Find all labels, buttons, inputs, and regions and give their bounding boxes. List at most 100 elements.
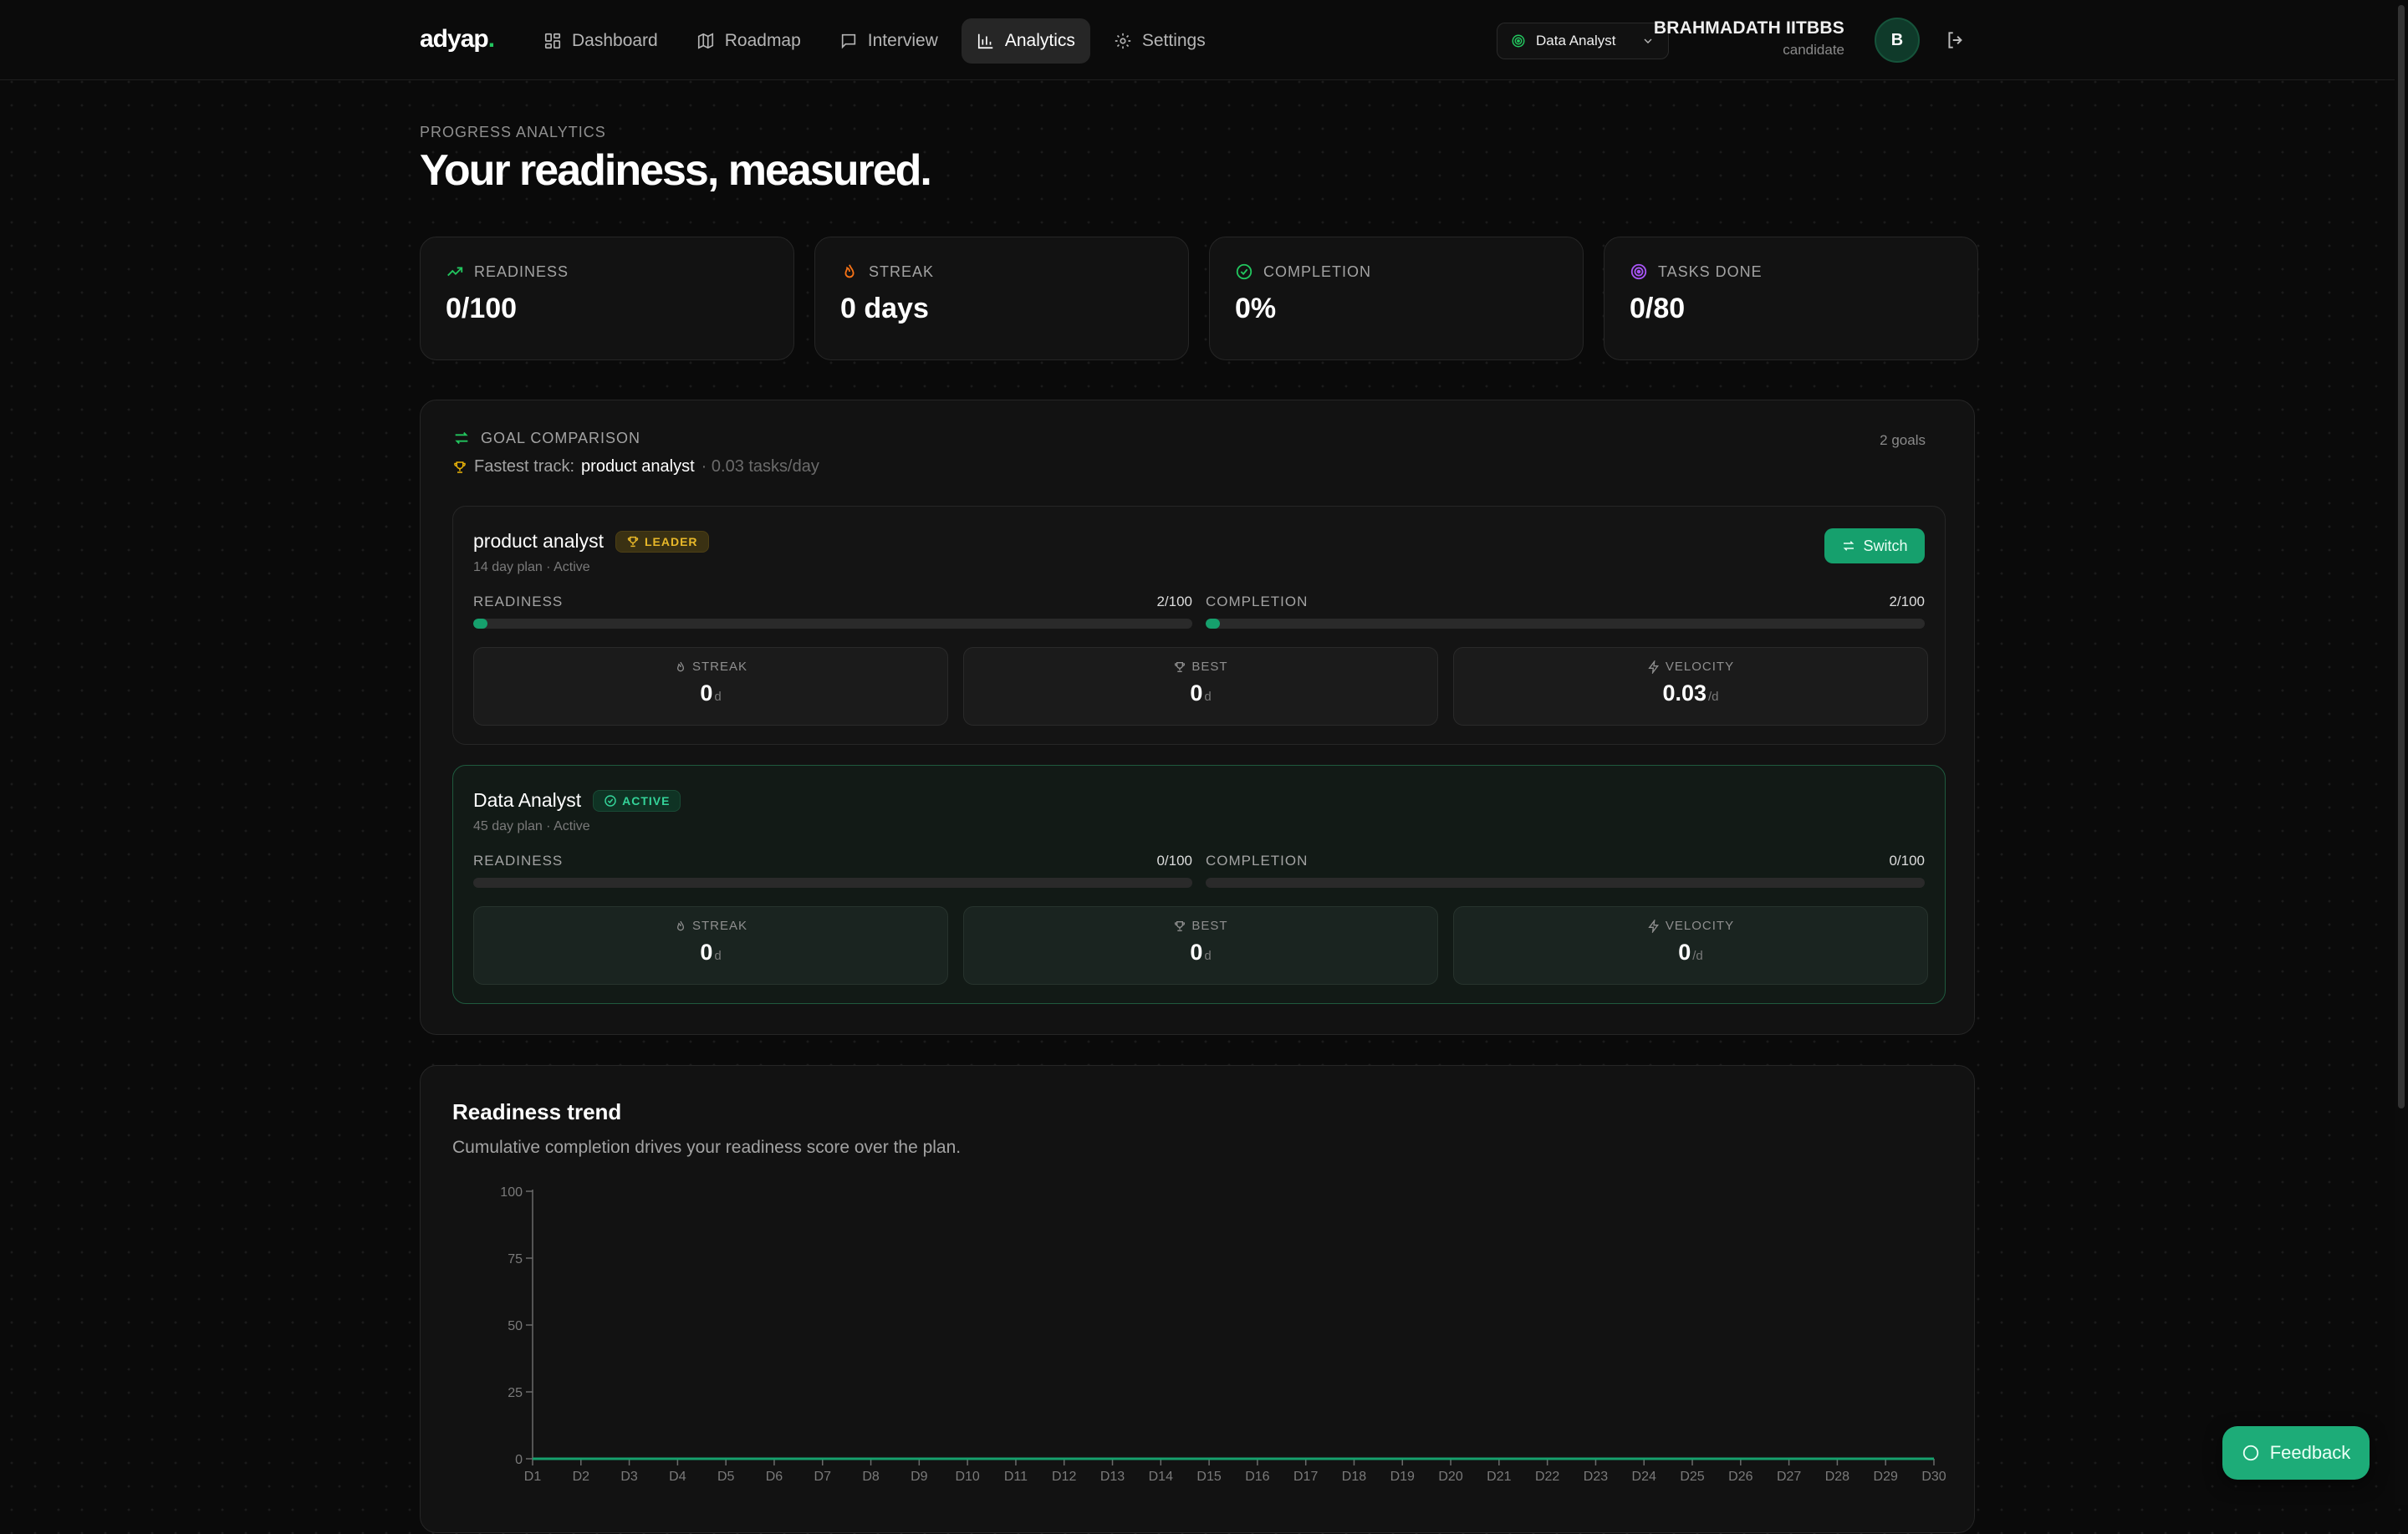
fastest-rate: · 0.03 tasks/day [701, 457, 819, 476]
check-circle-icon [605, 794, 616, 807]
readiness-trend-chart: 0 25 50 75 100 D1 D2 D3 D4 D5 D6 D7 D8 D9 D10 D11 D12 D13… [500, 1185, 1946, 1484]
goal-select[interactable]: Data Analyst [1497, 23, 1669, 59]
goal-count: 2 goals [1880, 432, 1926, 448]
stat-card-tasks: TASKS DONE 0/80 [1604, 237, 1978, 360]
y-tick-label: 0 [515, 1453, 523, 1467]
stat-label: COMPLETION [1263, 262, 1372, 280]
trend-up-icon [447, 267, 463, 277]
x-tick-label: D8 [862, 1470, 880, 1484]
x-tick-label: D28 [1825, 1470, 1849, 1484]
x-tick-label: D27 [1777, 1470, 1801, 1484]
nav-label: Settings [1141, 31, 1206, 50]
main-nav: Dashboard Roadmap Interview Analytics Se… [528, 18, 1221, 64]
x-tick-label: D15 [1196, 1470, 1221, 1484]
readiness-progress-bar [473, 619, 1192, 629]
nav-dashboard[interactable]: Dashboard [528, 18, 673, 64]
switch-button[interactable]: Switch [1824, 528, 1925, 563]
best-tile: BEST 0d [963, 906, 1438, 985]
leader-badge: LEADER [615, 530, 709, 553]
fastest-goal: product analyst [581, 457, 695, 476]
x-tick-label: D21 [1487, 1470, 1511, 1484]
x-tick-label: D1 [524, 1470, 542, 1484]
goal-select-value: Data Analyst [1536, 33, 1616, 48]
flame-icon [844, 264, 855, 278]
swap-icon [455, 431, 468, 445]
x-tick-label: D11 [1004, 1470, 1028, 1484]
completion-metric: COMPLETION 0/100 [1206, 853, 1925, 888]
goal-name: Data Analyst [473, 789, 582, 811]
stat-label: STREAK [869, 262, 935, 280]
stat-value: 0/80 [1630, 293, 1686, 324]
readiness-progress-bar [473, 878, 1192, 888]
y-tick-label: 25 [508, 1386, 523, 1400]
fastest-prefix: Fastest track: [474, 457, 575, 476]
trophy-icon [454, 461, 466, 473]
goal-comparison-panel: GOAL COMPARISON Fastest track: product a… [420, 400, 1975, 1035]
chevron-down-icon [1644, 38, 1652, 43]
x-tick-label: D16 [1245, 1470, 1269, 1484]
goal-card-product-analyst: product analyst LEADER 14 day plan · Act… [452, 506, 1946, 745]
goal-card-data-analyst: Data Analyst ACTIVE 45 day plan · Active… [452, 765, 1946, 1004]
x-tick-label: D3 [620, 1470, 638, 1484]
x-tick-label: D2 [573, 1470, 590, 1484]
nav-settings[interactable]: Settings [1099, 18, 1221, 64]
page-title: Your readiness, measured. [420, 146, 932, 195]
x-tick-label: D17 [1293, 1470, 1318, 1484]
user-role: candidate [1783, 42, 1844, 58]
x-tick-label: D7 [814, 1470, 832, 1484]
goal-meta: 45 day plan · Active [473, 819, 590, 833]
lightning-icon [1648, 660, 1659, 674]
stat-value: 0% [1235, 293, 1277, 324]
y-tick-label: 75 [508, 1252, 523, 1266]
x-tick-label: D12 [1052, 1470, 1076, 1484]
nav-interview[interactable]: Interview [824, 18, 953, 64]
y-tick-label: 100 [500, 1185, 523, 1200]
x-tick-label: D25 [1680, 1470, 1704, 1484]
streak-tile: STREAK 0d [473, 647, 948, 726]
x-tick-label: D6 [766, 1470, 783, 1484]
page-eyebrow: PROGRESS ANALYTICS [420, 124, 606, 140]
x-tick-label: D14 [1149, 1470, 1173, 1484]
check-circle-icon [1236, 263, 1252, 280]
x-tick-label: D19 [1390, 1470, 1415, 1484]
x-tick-label: D13 [1100, 1470, 1125, 1484]
x-tick-label: D24 [1632, 1470, 1656, 1484]
x-tick-label: D18 [1342, 1470, 1366, 1484]
map-icon [697, 33, 713, 49]
streak-tile: STREAK 0d [473, 906, 948, 985]
x-tick-label: D26 [1728, 1470, 1752, 1484]
chat-icon [841, 33, 855, 49]
x-tick-label: D29 [1874, 1470, 1898, 1484]
logout-icon[interactable] [1945, 29, 1967, 51]
flame-icon [676, 661, 684, 671]
velocity-tile: VELOCITY 0.03/d [1453, 647, 1928, 726]
chat-icon [2242, 1445, 2258, 1461]
x-tick-label: D9 [911, 1470, 928, 1484]
trophy-icon [1175, 920, 1186, 931]
nav-analytics[interactable]: Analytics [961, 18, 1090, 64]
avatar[interactable]: B [1875, 18, 1920, 63]
feedback-button[interactable]: Feedback [2222, 1426, 2370, 1480]
nav-roadmap[interactable]: Roadmap [681, 18, 816, 64]
readiness-trend-panel: Readiness trend Cumulative completion dr… [420, 1065, 1975, 1533]
completion-metric: COMPLETION 2/100 [1206, 594, 1925, 629]
grid-icon [544, 33, 561, 49]
best-tile: BEST 0d [963, 647, 1438, 726]
stat-card-completion: COMPLETION 0% [1209, 237, 1584, 360]
x-tick-label: D22 [1535, 1470, 1559, 1484]
readiness-metric: READINESS 2/100 [473, 594, 1192, 629]
scrollbar[interactable] [2395, 0, 2408, 1505]
user-name: BRAHMADATH IITBBS [1653, 18, 1844, 38]
x-tick-label: D10 [955, 1470, 979, 1484]
stat-label: READINESS [474, 262, 569, 280]
scrollbar-thumb[interactable] [2398, 5, 2405, 1108]
x-tick-label: D4 [669, 1470, 686, 1484]
y-tick-label: 50 [508, 1319, 523, 1333]
completion-progress-bar [1206, 878, 1925, 888]
velocity-tile: VELOCITY 0/d [1453, 906, 1928, 985]
top-navbar: adyap. Dashboard Roadmap Interview Analy… [0, 0, 2395, 80]
lightning-icon [1648, 919, 1659, 933]
brand-logo[interactable]: adyap. [420, 25, 495, 54]
user-info: BRAHMADATH IITBBS candidate [1654, 18, 1844, 59]
target-icon [1630, 263, 1647, 280]
